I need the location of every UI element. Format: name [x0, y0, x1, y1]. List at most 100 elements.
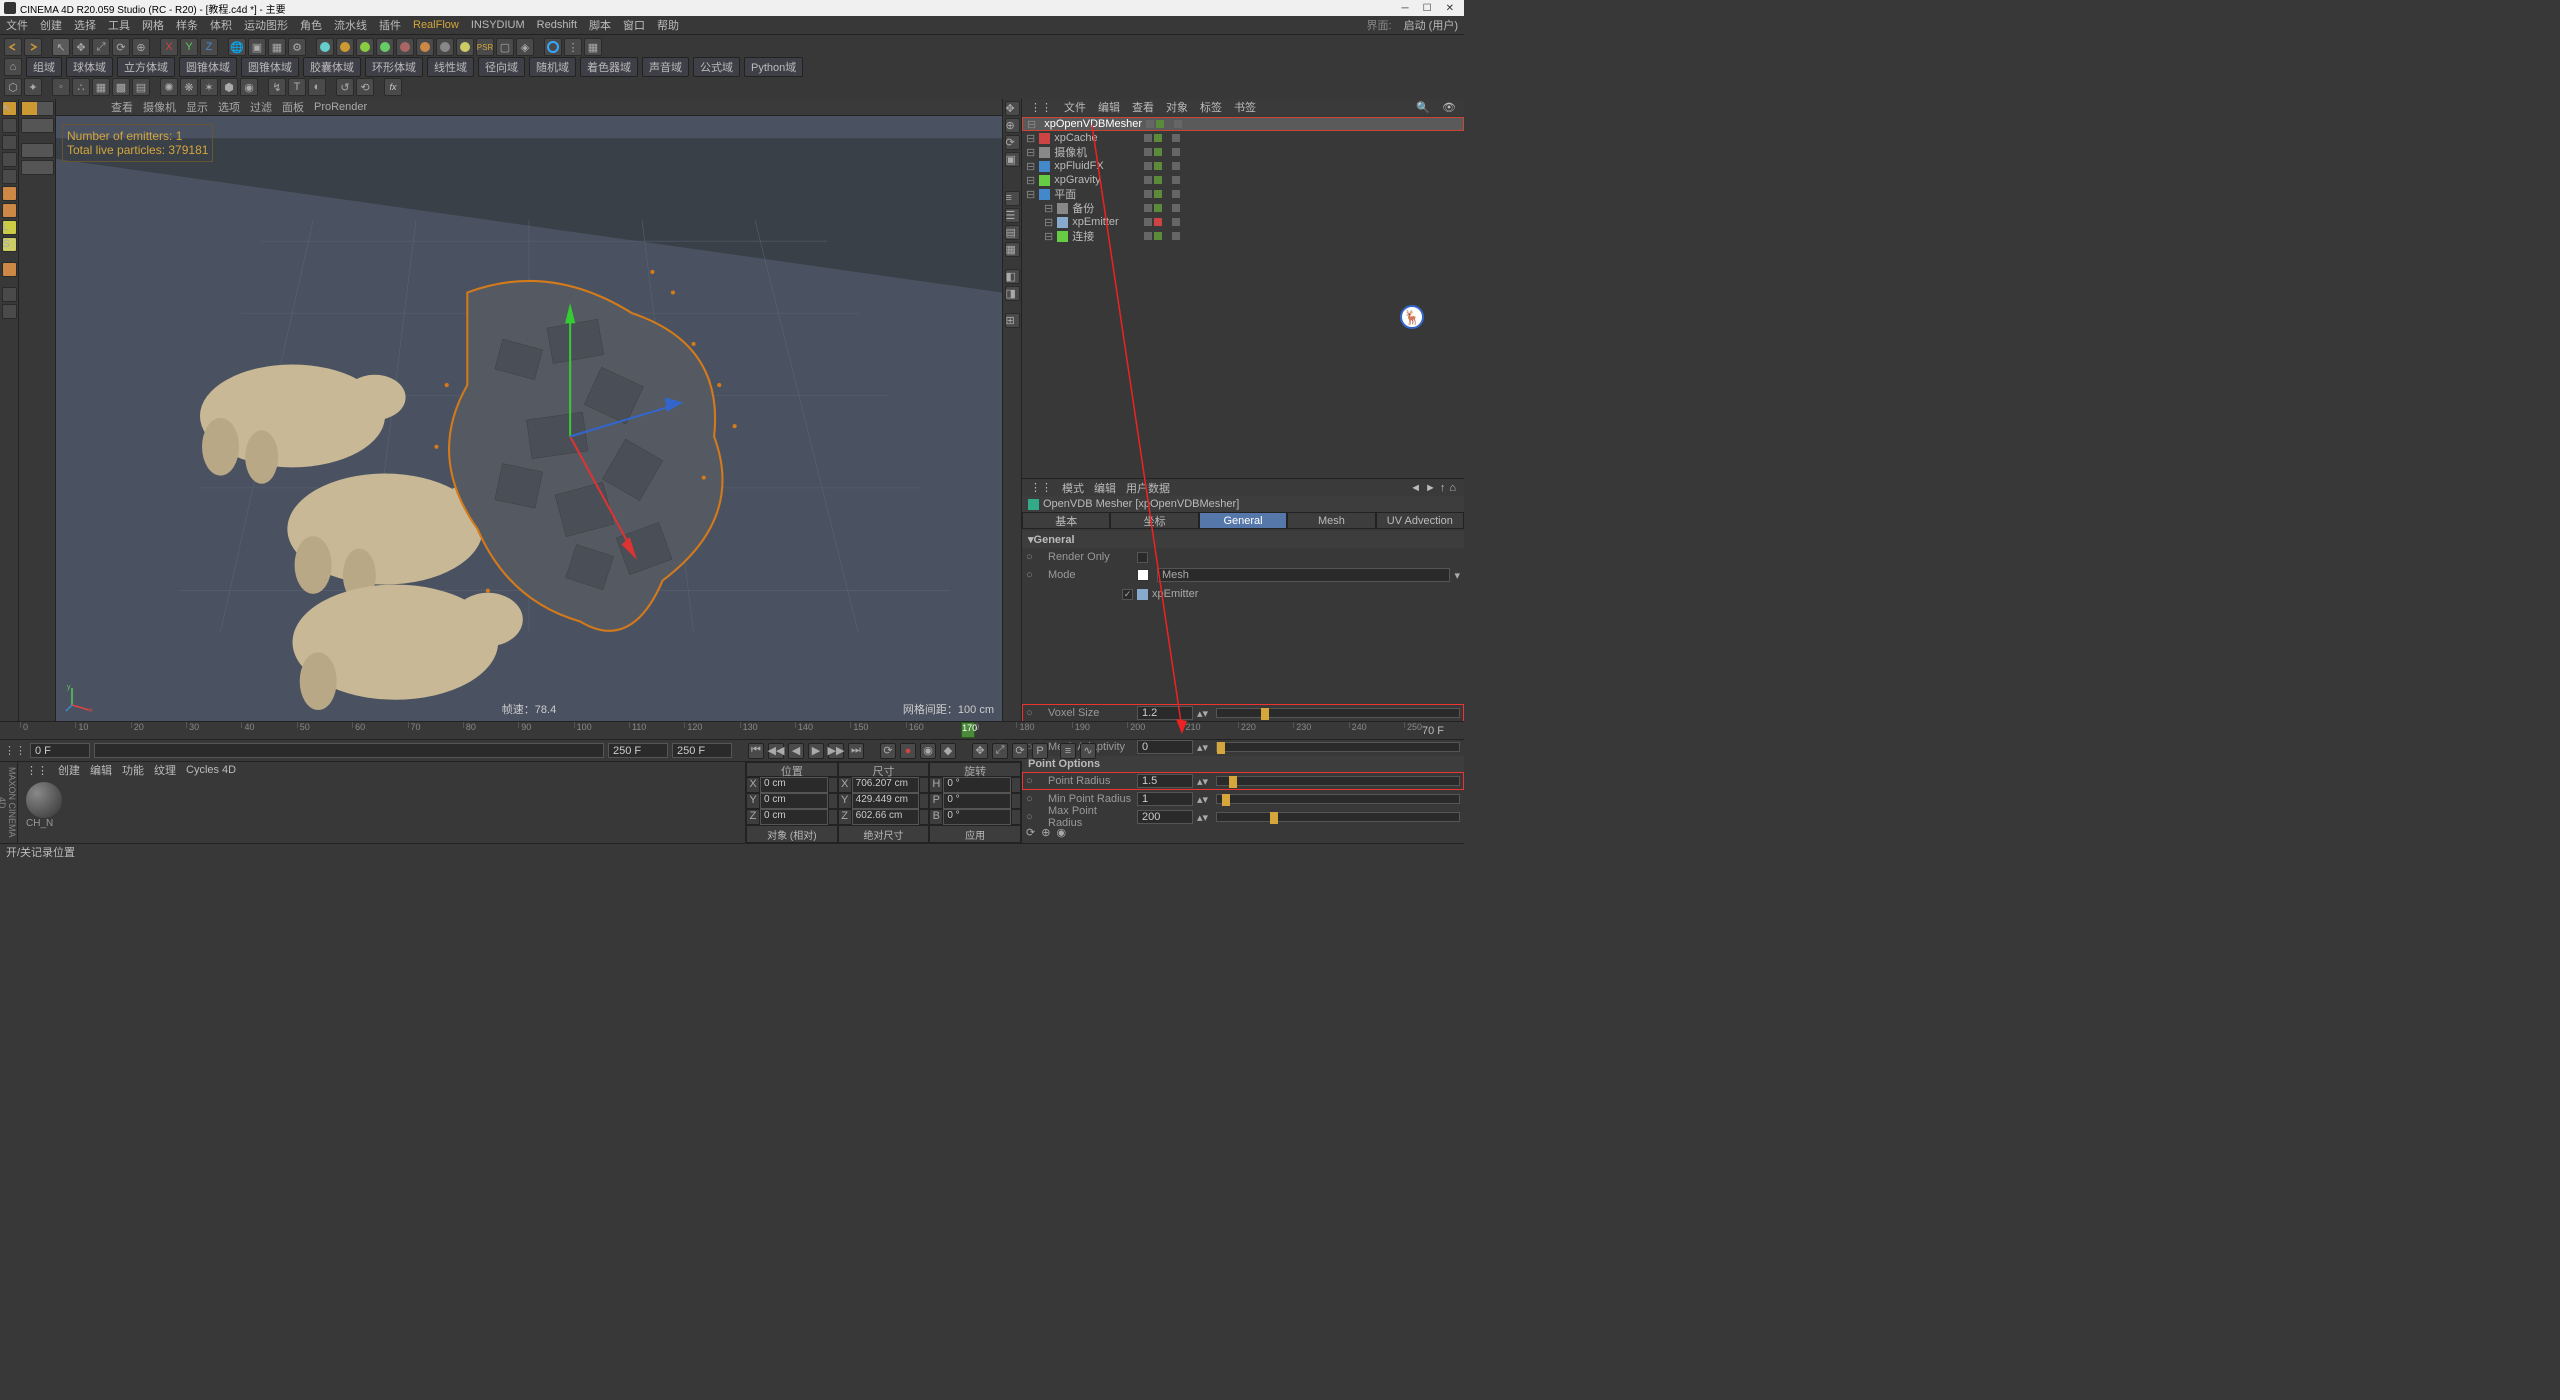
key-param-button[interactable]: P — [1032, 743, 1048, 759]
chevron-down-icon[interactable]: ▾ — [1454, 569, 1460, 582]
vp-tool-3[interactable]: ▤ — [1005, 225, 1020, 240]
vp-tool-6[interactable]: ◨ — [1005, 286, 1020, 301]
xp-btn-6[interactable]: ▩ — [112, 78, 130, 96]
material-item[interactable]: CH_N — [26, 782, 62, 839]
record-button[interactable]: ● — [900, 743, 916, 759]
om-menu-view[interactable]: 查看 — [1132, 99, 1154, 115]
world-button[interactable]: 🌐 — [228, 38, 246, 56]
psr-button[interactable]: PSR — [476, 38, 494, 56]
autokey-button[interactable]: ◉ — [920, 743, 936, 759]
size-input[interactable]: 602.66 cm — [852, 809, 920, 825]
coord-target-dropdown[interactable]: 对象 (相对) — [746, 825, 838, 843]
z-axis-button[interactable]: Z — [200, 38, 218, 56]
vp-nav-button[interactable]: ✥ — [1005, 101, 1020, 116]
am-nav-back-icon[interactable]: ◄ — [1410, 482, 1421, 494]
menu-select[interactable]: 选择 — [74, 17, 96, 33]
coord-apply-button[interactable]: 应用 — [929, 825, 1021, 843]
menu-help[interactable]: 帮助 — [657, 17, 679, 33]
linked-emitter-row[interactable]: ✓ xpEmitter — [1022, 584, 1464, 604]
viewport-canvas[interactable]: Number of emitters: 1 Total live particl… — [56, 116, 1002, 721]
mat-menu-cycles4d[interactable]: Cycles 4D — [186, 764, 236, 776]
range-slider[interactable] — [94, 743, 604, 758]
menu-script[interactable]: 脚本 — [589, 17, 611, 33]
spline-button[interactable] — [356, 38, 374, 56]
render-only-checkbox[interactable] — [1137, 552, 1148, 563]
viewport-render-button[interactable] — [2, 304, 17, 319]
snap-button[interactable] — [2, 262, 17, 277]
timeline-ruler[interactable]: 0102030405060708090100110120130140150160… — [0, 721, 1464, 739]
menu-pipeline[interactable]: 流水线 — [334, 17, 367, 33]
om-menu-tags[interactable]: 标签 — [1200, 99, 1222, 115]
section-general[interactable]: ▾General — [1022, 531, 1464, 548]
om-menu-edit[interactable]: 编辑 — [1098, 99, 1120, 115]
vp-menu-options[interactable]: 选项 — [218, 99, 240, 115]
field-sound[interactable]: 声音域 — [642, 57, 689, 77]
br-tool-3[interactable]: ◉ — [1056, 826, 1066, 839]
tag-button[interactable]: ▢ — [496, 38, 514, 56]
xp-btn-9[interactable]: ❋ — [180, 78, 198, 96]
range-start-input[interactable] — [30, 743, 90, 758]
deformer-button[interactable] — [396, 38, 414, 56]
rot-input[interactable]: 0 ° — [943, 793, 1011, 809]
generator-button[interactable] — [376, 38, 394, 56]
tree-row[interactable]: ⊟xpGravity — [1022, 173, 1464, 187]
redo-button[interactable] — [24, 38, 42, 56]
xp-btn-13[interactable]: ↯ — [268, 78, 286, 96]
lastused-button[interactable]: ⊕ — [132, 38, 150, 56]
tree-row[interactable]: ⊟xpEmitter — [1022, 215, 1464, 229]
spinner-icon[interactable]: ▴▾ — [1197, 707, 1208, 720]
content-browser-button[interactable]: ▦ — [584, 38, 602, 56]
am-menu-mode[interactable]: 模式 — [1062, 480, 1084, 496]
menu-spline[interactable]: 样条 — [176, 17, 198, 33]
object-mode-button[interactable] — [2, 118, 17, 133]
am-nav-fwd-icon[interactable]: ► — [1425, 482, 1436, 494]
om-eye-icon[interactable]: 👁 — [1442, 101, 1456, 114]
pos-input[interactable]: 0 cm — [760, 777, 828, 793]
tree-row[interactable]: ⊟xpCache — [1022, 131, 1464, 145]
key-fcurve-button[interactable]: ∿ — [1080, 743, 1096, 759]
om-menu-object[interactable]: 对象 — [1166, 99, 1188, 115]
render-pict-button[interactable]: ▣ — [248, 38, 266, 56]
field-cube[interactable]: 立方体域 — [117, 57, 175, 77]
tab-uvadvection[interactable]: UV Advection — [1376, 512, 1464, 529]
menu-window[interactable]: 窗口 — [623, 17, 645, 33]
vp-frame-button[interactable]: ▣ — [1005, 152, 1020, 167]
tab-basic[interactable]: 基本 — [1022, 512, 1110, 529]
tab-general[interactable]: General — [1199, 512, 1287, 529]
xp-btn-10[interactable]: ✶ — [200, 78, 218, 96]
xp-btn-7[interactable]: ▤ — [132, 78, 150, 96]
field-formula[interactable]: 公式域 — [693, 57, 740, 77]
maximize-icon[interactable]: ☐ — [1423, 3, 1432, 14]
xp-btn-15[interactable]: ◐ — [308, 78, 326, 96]
xp-btn-14[interactable]: Т — [288, 78, 306, 96]
vp-menu-display[interactable]: 显示 — [186, 99, 208, 115]
axis-mode-button[interactable]: L — [2, 220, 17, 235]
menu-plugins[interactable]: 插件 — [379, 17, 401, 33]
tree-row[interactable]: ⊟平面 — [1022, 187, 1464, 201]
close-icon[interactable]: ✕ — [1446, 3, 1454, 14]
xp-btn-11[interactable]: ⬢ — [220, 78, 238, 96]
minimize-icon[interactable]: ─ — [1402, 3, 1409, 14]
menu-character[interactable]: 角色 — [300, 17, 322, 33]
field-cone[interactable]: 圆锥体域 — [179, 57, 237, 77]
xp-btn-17[interactable]: ⟲ — [356, 78, 374, 96]
panel-grip-icon[interactable]: ⋮⋮ — [26, 764, 48, 777]
x-axis-button[interactable]: X — [160, 38, 178, 56]
vp-tool-1[interactable]: ≡ — [1005, 191, 1020, 206]
light-button[interactable] — [456, 38, 474, 56]
field-linear[interactable]: 线性域 — [427, 57, 474, 77]
mode-dropdown[interactable]: Mesh — [1157, 568, 1450, 582]
menu-redshift[interactable]: Redshift — [537, 19, 577, 31]
max-point-radius-slider[interactable] — [1216, 812, 1460, 822]
menu-realflow[interactable]: RealFlow — [413, 19, 459, 31]
uv-mode-button[interactable] — [2, 203, 17, 218]
spinner-icon[interactable]: ▴▾ — [1197, 741, 1208, 754]
om-search-icon[interactable]: 🔍 — [1416, 101, 1430, 114]
panel-grip-icon[interactable]: ⋮⋮ — [1030, 101, 1052, 114]
range-end2-input[interactable] — [672, 743, 732, 758]
xp-btn-12[interactable]: ◉ — [240, 78, 258, 96]
menu-volume[interactable]: 体积 — [210, 17, 232, 33]
field-radial[interactable]: 径向域 — [478, 57, 525, 77]
mat-menu-function[interactable]: 功能 — [122, 762, 144, 778]
tab-mesh[interactable]: Mesh — [1287, 512, 1375, 529]
